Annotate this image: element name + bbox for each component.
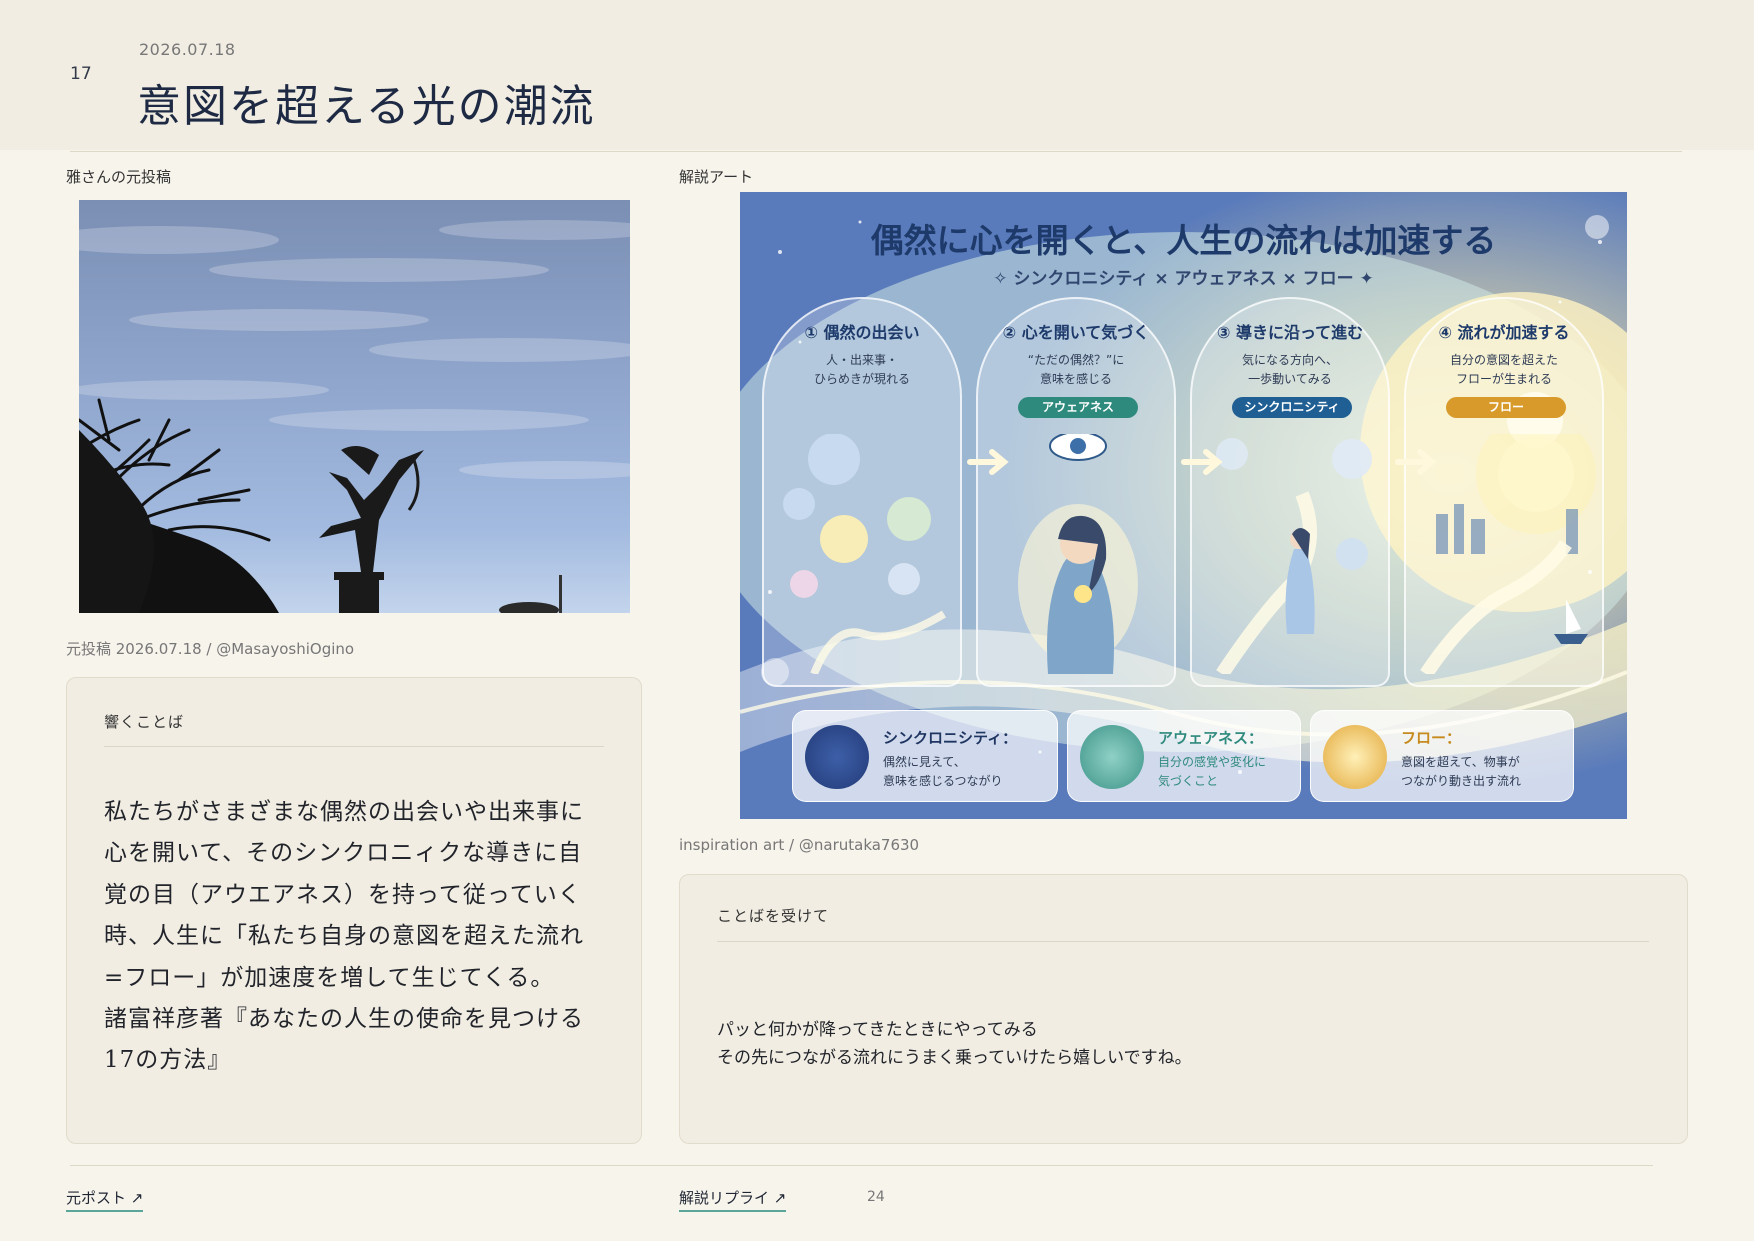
resonant-words-card: 響くことば 私たちがさまざまな偶然の出会いや出来事に 心を開いて、そのシンクロニ… <box>66 677 642 1144</box>
footer-divider <box>70 1165 1653 1166</box>
art-panel-flow: ④ 流れが加速する 自分の意図を超えた フローが生まれる フロー <box>1404 297 1604 687</box>
art-caption: inspiration art / @narutaka7630 <box>679 836 920 854</box>
definition-text: 意図を超えて、物事が つながり動き出す流れ <box>1401 755 1522 788</box>
reply-link[interactable]: 解説リプライ ↗ <box>679 1187 787 1212</box>
art-subtitle: ✧ シンクロニシティ × アウェアネス × フロー ✦ <box>993 269 1374 289</box>
panel-heading: ① 偶然の出会い <box>804 323 920 342</box>
original-post-label: 雅さんの元投稿 <box>66 168 172 186</box>
panel-description: 自分の意図を超えた フローが生まれる <box>1449 353 1558 386</box>
panel-description: “ただの偶然？”に 意味を感じる <box>1027 353 1125 386</box>
quote-line: 覚の目（アウエアネス）を持って従っていく <box>104 882 582 908</box>
post-date: 2026.07.18 <box>139 40 236 59</box>
explanation-art-label: 解説アート <box>679 168 754 186</box>
panel-description: 気になる方向へ、 一歩動いてみる <box>1241 353 1338 386</box>
badge-awareness: アウェアネス <box>1018 397 1138 418</box>
art-title: 偶然に心を開くと、人生の流れは加速する <box>870 221 1497 260</box>
page-header: 17 2026.07.18 意図を超える光の潮流 <box>0 0 1754 150</box>
explanation-art-image[interactable]: 偶然に心を開くと、人生の流れは加速する ✧ シンクロニシティ × アウェアネス … <box>740 192 1627 819</box>
art-panel-encounter: ① 偶然の出会い 人・出来事・ ひらめきが現れる <box>762 297 962 687</box>
definition-awareness: アウェアネス： 自分の感覚や変化に 気づくこと <box>1067 710 1301 802</box>
quote-line: 心を開いて、そのシンクロニィクな導きに自 <box>104 840 583 866</box>
original-post-photo[interactable] <box>79 200 630 613</box>
original-post-caption: 元投稿 2026.07.18 / @MasayoshiOgino <box>66 640 355 658</box>
quote-line: 17の方法』 <box>104 1047 232 1073</box>
panel-heading: ③ 導きに沿って進む <box>1216 323 1364 342</box>
quote-line: 時、人生に「私たち自身の意図を超えた流れ <box>104 923 584 949</box>
sky-statue-photo <box>79 200 630 613</box>
definition-title: シンクロニシティ： <box>883 729 1018 747</box>
panel-description: 人・出来事・ ひらめきが現れる <box>813 353 910 386</box>
definition-text: 自分の感覚や変化に 気づくこと <box>1158 755 1267 788</box>
original-post-link[interactable]: 元ポスト ↗ <box>66 1187 144 1212</box>
card-divider <box>717 941 1649 942</box>
quote-line: 私たちがさまざまな偶然の出会いや出来事に <box>104 799 584 825</box>
definition-title: フロー： <box>1401 729 1462 747</box>
definition-title: アウェアネス： <box>1158 729 1264 747</box>
reply-line: その先につながる流れにうまく乗っていけたら嬉しいですね。 <box>717 1048 1192 1068</box>
resonant-words-label: 響くことば <box>104 713 185 731</box>
panel-heading: ② 心を開いて気づく <box>1002 323 1150 342</box>
definition-flow: フロー： 意図を超えて、物事が つながり動き出す流れ <box>1310 710 1574 802</box>
reply-line: パッと何かが降ってきたときにやってみる <box>717 1020 1038 1040</box>
panel-heading: ④ 流れが加速する <box>1438 323 1570 342</box>
definition-synchronicity: シンクロニシティ： 偶然に見えて、 意味を感じるつながり <box>792 710 1058 802</box>
heart-icon <box>1080 725 1144 789</box>
quote-line: =フロー」が加速度を増して生じてくる。 <box>104 965 555 991</box>
quote-line: 諸富祥彦著『あなたの人生の使命を見つける <box>104 1006 584 1032</box>
badge-synchronicity: シンクロニシティ <box>1232 397 1352 418</box>
reply-card: ことばを受けて パッと何かが降ってきたときにやってみる その先につながる流れにう… <box>679 874 1688 1144</box>
spiral-icon <box>1323 725 1387 789</box>
constellation-icon <box>805 725 869 789</box>
art-panel-guidance: ③ 導きに沿って進む 気になる方向へ、 一歩動いてみる シンクロニシティ <box>1190 297 1390 687</box>
badge-flow: フロー <box>1446 397 1566 418</box>
header-divider <box>70 151 1682 152</box>
flow-arrows <box>967 449 1437 475</box>
page-number: 17 <box>70 64 92 84</box>
footer-count: 24 <box>867 1189 885 1205</box>
reply-card-label: ことばを受けて <box>717 907 830 925</box>
definition-text: 偶然に見えて、 意味を感じるつながり <box>883 755 1003 788</box>
page-title: 意図を超える光の潮流 <box>137 81 596 132</box>
card-divider <box>104 746 604 747</box>
art-panel-awareness: ② 心を開いて気づく “ただの偶然？”に 意味を感じる アウェアネス <box>976 297 1176 687</box>
